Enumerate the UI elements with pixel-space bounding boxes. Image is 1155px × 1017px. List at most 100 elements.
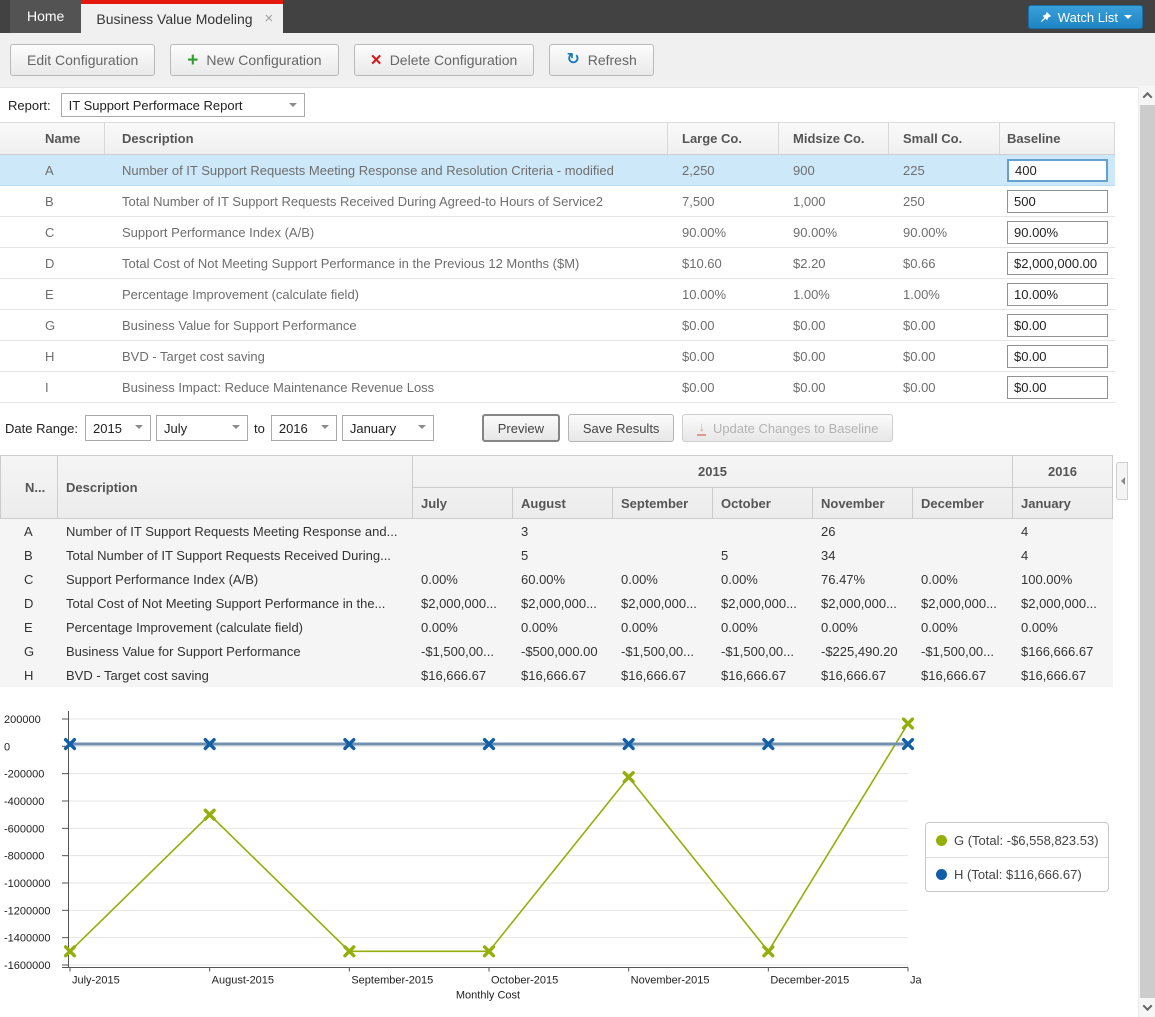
column-header-large-co[interactable]: Large Co. [668, 123, 779, 154]
small-co-cell: $0.00 [889, 349, 1000, 364]
midsize-co-cell: $0.00 [779, 318, 889, 333]
month-column-november[interactable]: November [813, 488, 913, 518]
button-label: New Configuration [206, 52, 321, 68]
config-row-E[interactable]: EPercentage Improvement (calculate field… [0, 279, 1115, 310]
row-name-cell: B [0, 194, 105, 209]
refresh-button[interactable]: ↻ Refresh [549, 44, 653, 76]
baseline-input-C[interactable] [1007, 221, 1108, 244]
large-co-cell: 90.00% [668, 225, 779, 240]
month-value-cell: -$1,500,00... [613, 644, 713, 659]
month-column-october[interactable]: October [713, 488, 813, 518]
month-value-cell: 26 [813, 524, 913, 539]
description-cell: Percentage Improvement (calculate field) [105, 287, 668, 302]
result-row-C[interactable]: CSupport Performance Index (A/B)0.00%60.… [0, 567, 1113, 591]
to-month-select[interactable]: January [342, 415, 434, 441]
month-value-cell: 0.00% [713, 572, 813, 587]
from-year-select[interactable]: 2015 [85, 415, 151, 441]
new-configuration-button[interactable]: + New Configuration [170, 44, 338, 76]
result-row-B[interactable]: BTotal Number of IT Support Requests Rec… [0, 543, 1113, 567]
month-value-cell: 0.00% [1013, 620, 1113, 635]
from-month-value: July [164, 421, 187, 436]
column-header-description[interactable]: Description [105, 123, 668, 154]
month-column-july[interactable]: July [413, 488, 513, 518]
result-row-A[interactable]: ANumber of IT Support Requests Meeting R… [0, 519, 1113, 543]
delete-configuration-button[interactable]: × Delete Configuration [354, 44, 535, 76]
delete-x-icon: × [371, 51, 382, 70]
scroll-down-icon[interactable] [1139, 999, 1155, 1016]
preview-button[interactable]: Preview [482, 414, 560, 442]
row-name-cell: B [0, 548, 58, 563]
month-value-cell: 5 [713, 548, 813, 563]
baseline-input-D[interactable] [1007, 252, 1108, 275]
baseline-input-H[interactable] [1007, 345, 1108, 368]
tab-business-value-modeling[interactable]: Business Value Modeling × [81, 0, 283, 33]
close-tab-icon[interactable]: × [265, 11, 274, 26]
legend-label-h: H (Total: $116,666.67) [954, 867, 1082, 882]
scroll-up-icon[interactable] [1139, 87, 1155, 104]
series-h-dot [936, 869, 947, 880]
row-name-cell: A [0, 163, 105, 178]
to-label: to [254, 421, 265, 436]
month-column-january[interactable]: January [1013, 488, 1113, 518]
month-value-cell: 3 [513, 524, 613, 539]
config-row-D[interactable]: DTotal Cost of Not Meeting Support Perfo… [0, 248, 1115, 279]
month-value-cell: $16,666.67 [613, 668, 713, 683]
update-changes-to-baseline-button[interactable]: ↓ Update Changes to Baseline [682, 414, 893, 442]
column-header-midsize-co[interactable]: Midsize Co. [779, 123, 889, 154]
column-header-n[interactable]: N... [0, 456, 58, 518]
svg-text:-1600000: -1600000 [4, 960, 51, 972]
save-results-button[interactable]: Save Results [568, 414, 675, 442]
baseline-input-I[interactable] [1007, 376, 1108, 399]
legend-item-h[interactable]: H (Total: $116,666.67) [926, 857, 1108, 891]
result-row-D[interactable]: DTotal Cost of Not Meeting Support Perfo… [0, 591, 1113, 615]
config-row-A[interactable]: ANumber of IT Support Requests Meeting R… [0, 155, 1115, 186]
column-header-description[interactable]: Description [58, 456, 413, 518]
month-value-cell: -$1,500,00... [713, 644, 813, 659]
month-column-december[interactable]: December [913, 488, 1013, 518]
legend-item-g[interactable]: G (Total: -$6,558,823.53) [926, 823, 1108, 857]
result-row-H[interactable]: HBVD - Target cost saving$16,666.67$16,6… [0, 663, 1113, 687]
splitter-collapse-handle[interactable] [1116, 462, 1128, 500]
column-header-baseline[interactable]: Baseline [1000, 123, 1115, 154]
config-row-I[interactable]: IBusiness Impact: Reduce Maintenance Rev… [0, 372, 1115, 403]
month-column-august[interactable]: August [513, 488, 613, 518]
column-header-small-co[interactable]: Small Co. [889, 123, 1000, 154]
month-value-cell: $2,000,000... [713, 596, 813, 611]
config-row-C[interactable]: CSupport Performance Index (A/B)90.00%90… [0, 217, 1115, 248]
description-cell: Business Impact: Reduce Maintenance Reve… [105, 380, 668, 395]
description-cell: Percentage Improvement (calculate field) [58, 620, 413, 635]
baseline-input-G[interactable] [1007, 314, 1108, 337]
tab-home[interactable]: Home [10, 0, 81, 33]
report-label: Report: [8, 98, 51, 113]
month-value-cell: 0.00% [513, 620, 613, 635]
scrollbar-thumb[interactable] [1140, 105, 1155, 998]
month-column-september[interactable]: September [613, 488, 713, 518]
vertical-scrollbar[interactable] [1138, 86, 1155, 1017]
config-row-H[interactable]: HBVD - Target cost saving$0.00$0.00$0.00 [0, 341, 1115, 372]
baseline-input-B[interactable] [1007, 190, 1108, 213]
month-value-cell: $2,000,000... [1013, 596, 1113, 611]
row-name-cell: E [0, 620, 58, 635]
svg-text:July-2015: July-2015 [72, 975, 120, 987]
button-label: Delete Configuration [390, 52, 518, 68]
row-name-cell: G [0, 318, 105, 333]
description-cell: Number of IT Support Requests Meeting Re… [105, 163, 668, 178]
watch-list-button[interactable]: Watch List [1028, 5, 1143, 29]
baseline-input-A[interactable] [1007, 159, 1108, 182]
column-header-name[interactable]: Name [0, 123, 105, 154]
month-value-cell: $16,666.67 [713, 668, 813, 683]
row-name-cell: C [0, 572, 58, 587]
to-year-select[interactable]: 2016 [271, 415, 337, 441]
baseline-input-E[interactable] [1007, 283, 1108, 306]
caret-down-icon [418, 425, 426, 433]
from-month-select[interactable]: July [156, 415, 248, 441]
from-year-value: 2015 [93, 421, 122, 436]
config-row-G[interactable]: GBusiness Value for Support Performance$… [0, 310, 1115, 341]
baseline-cell [1000, 159, 1115, 182]
edit-configuration-button[interactable]: Edit Configuration [10, 44, 155, 76]
result-row-E[interactable]: EPercentage Improvement (calculate field… [0, 615, 1113, 639]
report-select[interactable]: IT Support Performace Report [61, 93, 305, 117]
config-table-body: ANumber of IT Support Requests Meeting R… [0, 155, 1115, 403]
result-row-G[interactable]: GBusiness Value for Support Performance-… [0, 639, 1113, 663]
config-row-B[interactable]: BTotal Number of IT Support Requests Rec… [0, 186, 1115, 217]
